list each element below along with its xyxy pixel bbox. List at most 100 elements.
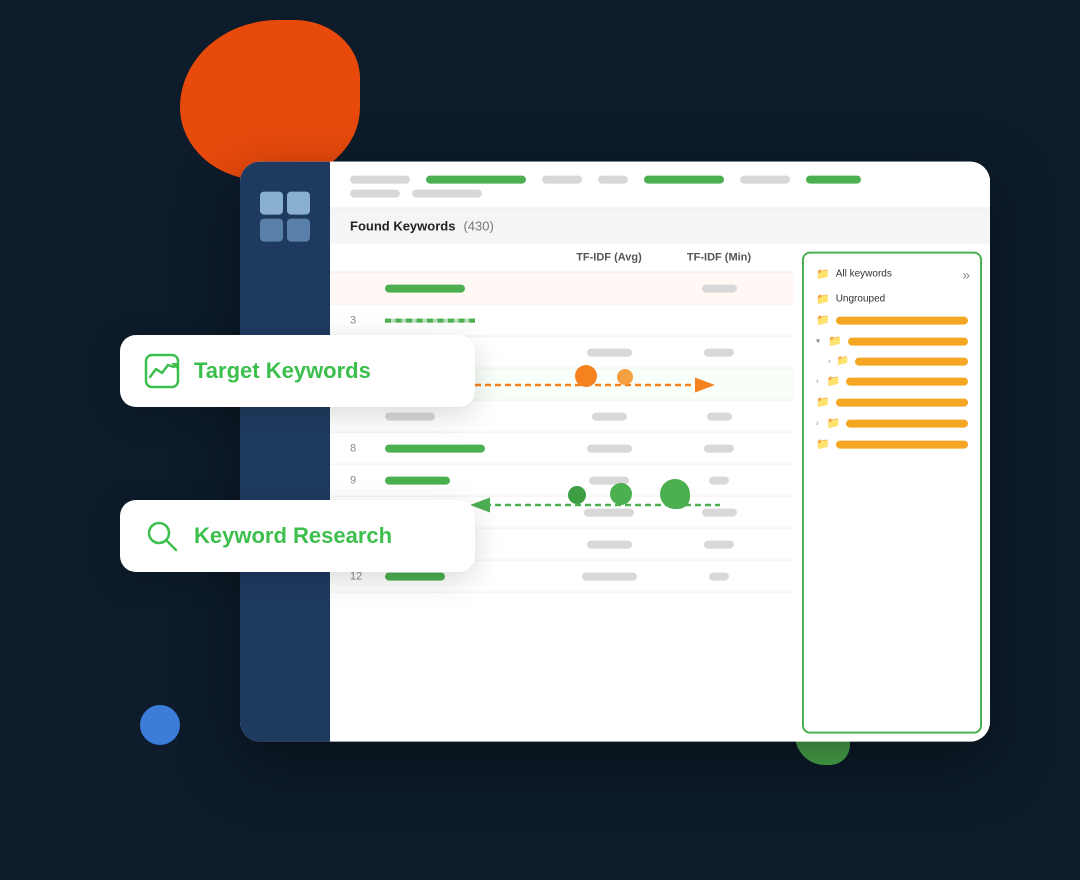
chart-icon xyxy=(144,353,180,389)
top-bar-row-1 xyxy=(350,176,970,184)
target-keywords-card-icon xyxy=(144,353,180,389)
expand-arrow: › xyxy=(816,419,819,428)
col-tfidf-min: TF-IDF (Min) xyxy=(664,252,774,264)
orange-dot-small xyxy=(617,369,633,385)
found-keywords-label: Found Keywords xyxy=(350,219,455,234)
cell-tfidf-min xyxy=(664,348,774,356)
expand-arrow: › xyxy=(816,377,819,386)
topbar-bar-3 xyxy=(542,176,582,184)
table-header: TF-IDF (Avg) TF-IDF (Min) xyxy=(330,244,794,273)
cell-tfidf-avg xyxy=(554,476,664,484)
cell-tfidf-avg xyxy=(554,540,664,548)
app-card: Found Keywords (430) TF-IDF (Avg) TF-IDF… xyxy=(240,162,990,742)
col-keyword xyxy=(385,252,554,264)
folder-icon-orange: 📁 xyxy=(827,375,841,388)
panel-item-group5[interactable]: › 📁 xyxy=(814,413,970,434)
group-bar xyxy=(848,337,968,345)
keyword-bar xyxy=(385,284,465,292)
tfidf-min-pill xyxy=(702,284,737,292)
tfidf-min-pill xyxy=(704,444,734,452)
cell-keyword xyxy=(385,412,554,420)
top-bar xyxy=(330,162,990,209)
cell-num: 9 xyxy=(350,474,385,486)
cell-keyword xyxy=(385,444,554,452)
panel-item-group1[interactable]: 📁 xyxy=(814,310,970,331)
panel-item-ungrouped[interactable]: 📁 Ungrouped xyxy=(814,289,970,310)
cell-tfidf-min xyxy=(664,412,774,420)
topbar-bar-6 xyxy=(740,176,790,184)
panel-chevron-button[interactable]: » xyxy=(962,266,970,282)
panel-item-group6[interactable]: 📁 xyxy=(814,434,970,455)
search-icon xyxy=(144,518,180,554)
cell-tfidf-avg xyxy=(554,412,664,420)
found-keywords-bar: Found Keywords (430) xyxy=(330,209,990,244)
tfidf-min-pill xyxy=(709,476,729,484)
panel-item-group4[interactable]: 📁 xyxy=(814,392,970,413)
group-bar xyxy=(836,316,968,324)
tfidf-avg-pill xyxy=(587,444,632,452)
tfidf-min-pill xyxy=(704,540,734,548)
cell-tfidf-avg xyxy=(554,508,664,516)
keyword-bar xyxy=(385,572,445,580)
topbar-bar-1 xyxy=(350,176,410,184)
cell-tfidf-avg xyxy=(554,348,664,356)
folder-icon-orange: 📁 xyxy=(816,314,830,327)
found-keywords-count: (430) xyxy=(463,219,493,234)
panel-item-label: All keywords xyxy=(836,269,892,280)
green-dot-large xyxy=(660,479,690,509)
expand-arrow: ▾ xyxy=(816,337,820,346)
cell-tfidf-min xyxy=(664,540,774,548)
orange-dot-large xyxy=(575,365,597,387)
topbar-row2-bar-2 xyxy=(412,190,482,198)
group-bar xyxy=(846,419,968,427)
cell-keyword xyxy=(385,284,554,292)
tfidf-avg-pill xyxy=(592,412,627,420)
keyword-research-card-icon xyxy=(144,518,180,554)
cell-tfidf-min xyxy=(664,572,774,580)
group-bar xyxy=(855,357,968,365)
panel-item-subgroup[interactable]: › 📁 xyxy=(814,352,970,371)
table-main: TF-IDF (Avg) TF-IDF (Min) xyxy=(330,244,794,742)
group-bar xyxy=(836,440,968,448)
panel-item-all-keywords[interactable]: 📁 All keywords xyxy=(814,264,894,285)
logo-square-1 xyxy=(260,192,283,215)
folder-icon-orange: 📁 xyxy=(816,438,830,451)
logo-square-2 xyxy=(287,192,310,215)
folder-icon-orange: 📁 xyxy=(827,417,841,430)
content-area: Found Keywords (430) TF-IDF (Avg) TF-IDF… xyxy=(330,162,990,742)
cell-keyword xyxy=(385,318,554,322)
cell-tfidf-avg xyxy=(554,444,664,452)
topbar-row2-bar-1 xyxy=(350,190,400,198)
panel-header: 📁 All keywords » xyxy=(814,264,970,285)
col-tfidf-avg: TF-IDF (Avg) xyxy=(554,252,664,264)
keyword-bar xyxy=(385,476,450,484)
tfidf-min-pill xyxy=(704,348,734,356)
tfidf-avg-pill xyxy=(587,540,632,548)
table-row: 8 xyxy=(330,433,794,465)
cell-tfidf-avg xyxy=(554,572,664,580)
folder-icon-orange: 📁 xyxy=(816,396,830,409)
keyword-research-label: Keyword Research xyxy=(194,523,392,549)
panel-item-group3[interactable]: › 📁 xyxy=(814,371,970,392)
keyword-panel: 📁 All keywords » 📁 Ungrouped 📁 xyxy=(802,252,982,734)
group-bar xyxy=(836,398,968,406)
table-row: 3 xyxy=(330,305,794,337)
panel-item-group2[interactable]: ▾ 📁 xyxy=(814,331,970,352)
keyword-bar-dashed xyxy=(385,318,475,322)
cell-keyword xyxy=(385,476,554,484)
tfidf-min-pill xyxy=(702,508,737,516)
topbar-bar-4 xyxy=(598,176,628,184)
keyword-bar xyxy=(385,444,485,452)
topbar-bar-7 xyxy=(806,176,861,184)
folder-icon: 📁 xyxy=(816,268,830,281)
cell-tfidf-min xyxy=(664,284,774,292)
keyword-bar xyxy=(385,412,435,420)
top-bar-row-2 xyxy=(350,190,970,198)
target-keywords-card: Target Keywords xyxy=(120,335,475,407)
panel-item-label: Ungrouped xyxy=(836,294,885,305)
green-dot-small xyxy=(568,486,586,504)
table-row: 9 xyxy=(330,465,794,497)
tfidf-avg-pill xyxy=(587,348,632,356)
logo-square-3 xyxy=(260,219,283,242)
topbar-bar-2 xyxy=(426,176,526,184)
